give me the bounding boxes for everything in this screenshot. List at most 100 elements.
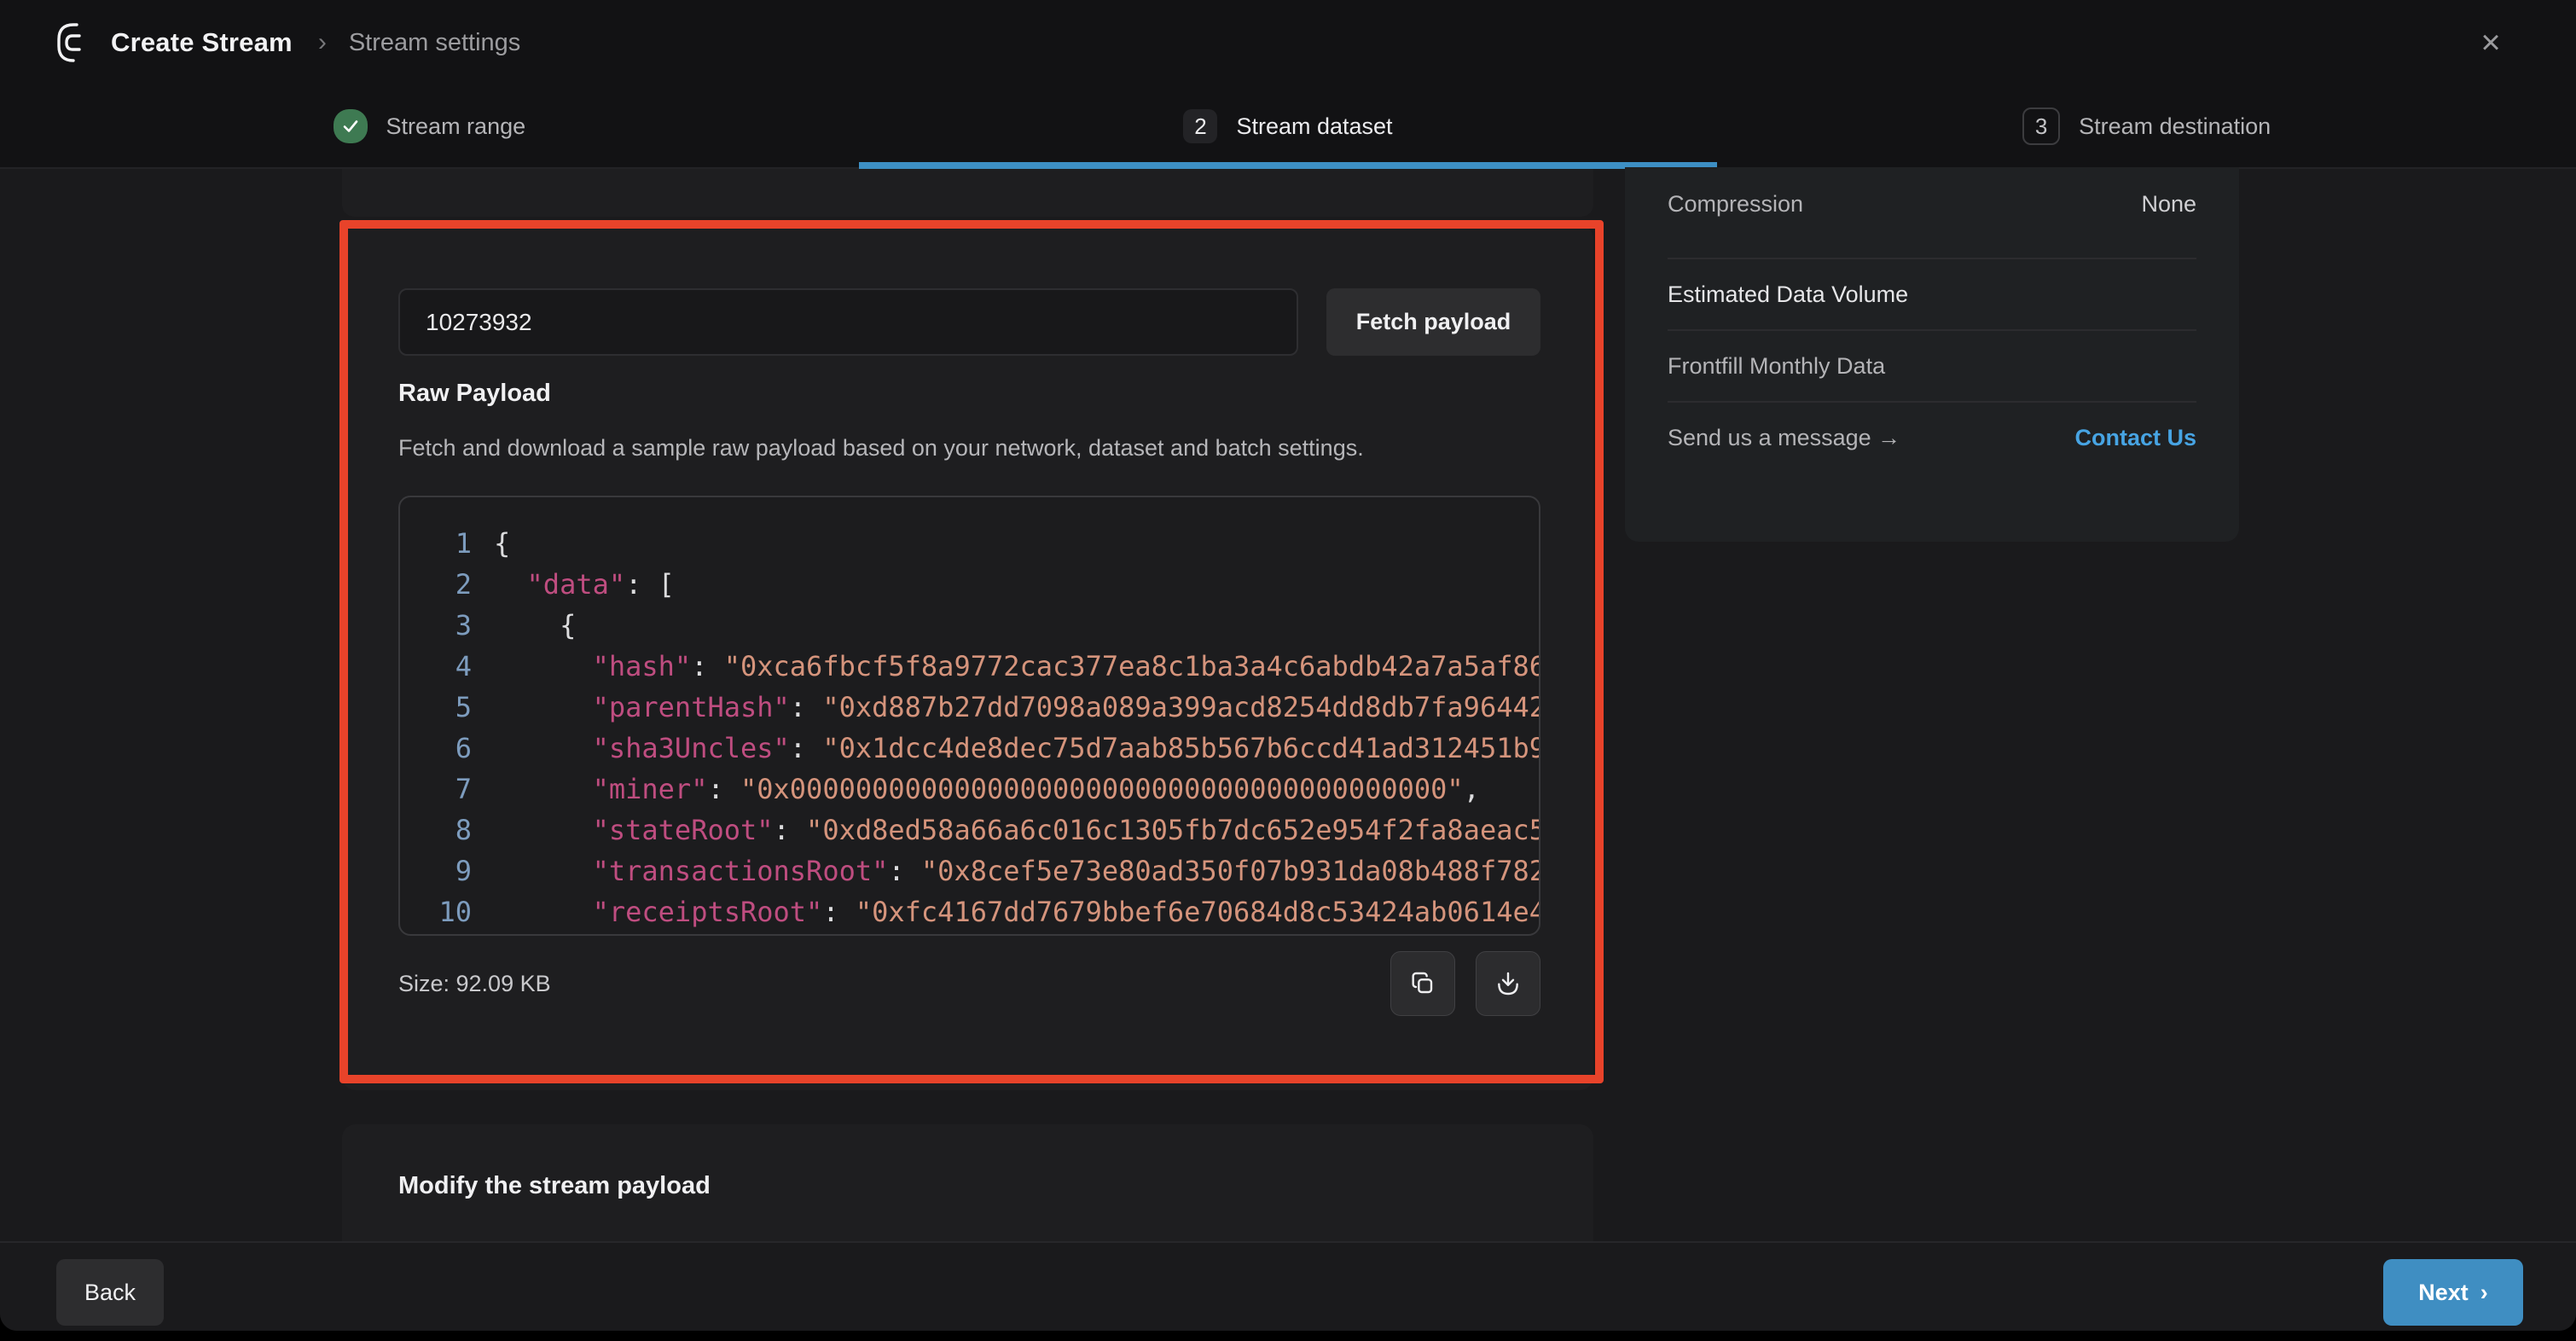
line-number: 7 (429, 769, 472, 810)
code-value: "0xca6fbcf5f8a9772cac377ea8c1ba3a4c6abdb… (724, 646, 1540, 687)
code-line: 5 "parentHash": "0xd887b27dd7098a089a399… (429, 687, 1539, 728)
code-line: 6 "sha3Uncles": "0x1dcc4de8dec75d7aab85b… (429, 728, 1539, 769)
next-button-label: Next (2418, 1280, 2469, 1306)
code-punctuation: { (494, 605, 576, 646)
line-number: 1 (429, 523, 472, 564)
code-line: 1{ (429, 523, 1539, 564)
code-punctuation: : (888, 850, 921, 891)
stream-summary-sidebar: Compression None Estimated Data Volume F… (1625, 167, 2239, 542)
copy-icon (1409, 970, 1436, 997)
code-key: "hash" (593, 646, 692, 687)
code-punctuation (494, 728, 593, 769)
code-key: "transactionsRoot" (593, 850, 889, 891)
code-key: "receiptsRoot" (593, 891, 823, 932)
close-icon[interactable]: × (2472, 24, 2509, 61)
compression-label: Compression (1668, 191, 1803, 218)
code-punctuation (494, 646, 593, 687)
line-number: 3 (429, 605, 472, 646)
code-punctuation (494, 687, 593, 728)
code-punctuation: : (774, 810, 807, 850)
code-line: 8 "stateRoot": "0xd8ed58a66a6c016c1305fb… (429, 810, 1539, 850)
code-key: "stateRoot" (593, 810, 774, 850)
next-chevron-icon: › (2480, 1280, 2488, 1306)
code-punctuation: : (822, 891, 856, 932)
code-line: 10 "receiptsRoot": "0xfc4167dd7679bbef6e… (429, 891, 1539, 932)
code-value: "0xd887b27dd7098a089a399acd8254dd8db7fa9… (822, 687, 1540, 728)
copy-button[interactable] (1390, 951, 1455, 1016)
raw-payload-card: Fetch payload Raw Payload Fetch and down… (342, 225, 1593, 1090)
code-value: "0x8cef5e73e80ad350f07b931da08b488f7827 (921, 850, 1540, 891)
code-line: 9 "transactionsRoot": "0x8cef5e73e80ad35… (429, 850, 1539, 891)
code-key: "data" (527, 564, 626, 605)
modify-payload-title: Modify the stream payload (398, 1172, 1537, 1200)
code-punctuation (494, 810, 593, 850)
code-punctuation (494, 564, 527, 605)
code-line: 7 "miner": "0x00000000000000000000000000… (429, 769, 1539, 810)
code-punctuation: { (494, 523, 510, 564)
active-step-underline (859, 162, 1718, 169)
step-label: Stream range (386, 113, 526, 140)
stepper: Stream range 2 Stream dataset 3 Stream d… (0, 85, 2576, 169)
create-stream-window: Create Stream › Stream settings × Stream… (0, 0, 2576, 1331)
code-value: "0x1dcc4de8dec75d7aab85b567b6ccd41ad3124… (822, 728, 1540, 769)
step-stream-range[interactable]: Stream range (0, 85, 859, 167)
payload-size-text: Size: 92.09 KB (398, 971, 551, 997)
code-line: 4 "hash": "0xca6fbcf5f8a9772cac377ea8c1b… (429, 646, 1539, 687)
code-punctuation: : (790, 687, 823, 728)
download-icon (1494, 970, 1522, 997)
step-number-badge: 2 (1183, 109, 1217, 143)
step-stream-destination[interactable]: 3 Stream destination (1717, 85, 2576, 167)
line-number: 6 (429, 728, 472, 769)
compression-row: Compression None (1668, 167, 2196, 258)
chevron-right-icon: › (318, 28, 327, 57)
check-icon (334, 109, 368, 143)
line-number: 9 (429, 850, 472, 891)
code-punctuation (494, 891, 593, 932)
send-message-label: Send us a message → (1668, 425, 1900, 451)
step-number-badge: 3 (2022, 107, 2060, 145)
code-value: "0x0000000000000000000000000000000000000… (740, 769, 1464, 810)
block-number-input[interactable] (398, 288, 1298, 356)
payload-code-block[interactable]: 1{2 "data": [3 {4 "hash": "0xca6fbcf5f8a… (398, 496, 1540, 936)
code-line: 3 { (429, 605, 1539, 646)
contact-row: Send us a message → Contact Us (1668, 401, 2196, 473)
step-stream-dataset[interactable]: 2 Stream dataset (859, 85, 1718, 167)
frontfill-monthly-data-row: Frontfill Monthly Data (1668, 329, 2196, 401)
code-key: "parentHash" (593, 687, 790, 728)
line-number: 8 (429, 810, 472, 850)
line-number: 5 (429, 687, 472, 728)
code-key: "sha3Uncles" (593, 728, 790, 769)
estimated-data-volume-label: Estimated Data Volume (1668, 282, 1908, 308)
back-button[interactable]: Back (56, 1259, 164, 1326)
step-label: Stream dataset (1236, 113, 1392, 140)
next-button[interactable]: Next › (2383, 1259, 2523, 1326)
code-punctuation: , (1464, 769, 1480, 810)
code-punctuation (494, 850, 593, 891)
code-line: 2 "data": [ (429, 564, 1539, 605)
code-punctuation: : (691, 646, 724, 687)
code-value: "0xfc4167dd7679bbef6e70684d8c53424ab0614… (856, 891, 1540, 932)
estimated-data-volume-row: Estimated Data Volume (1668, 258, 2196, 329)
modify-payload-card: Modify the stream payload (342, 1124, 1593, 1244)
download-button[interactable] (1476, 951, 1540, 1016)
frontfill-monthly-data-label: Frontfill Monthly Data (1668, 353, 1885, 380)
fetch-payload-button[interactable]: Fetch payload (1326, 288, 1540, 356)
code-punctuation: : (790, 728, 823, 769)
header-bar: Create Stream › Stream settings × (0, 0, 2576, 85)
code-value: "0xd8ed58a66a6c016c1305fb7dc652e954f2fa8… (806, 810, 1540, 850)
line-number: 2 (429, 564, 472, 605)
footer-bar: Back Next › (0, 1241, 2576, 1331)
raw-payload-description: Fetch and download a sample raw payload … (398, 435, 1540, 462)
line-number: 10 (429, 891, 472, 932)
code-punctuation: : [ (625, 564, 675, 605)
code-punctuation: : (707, 769, 740, 810)
line-number: 4 (429, 646, 472, 687)
compression-value: None (2141, 191, 2196, 218)
previous-section-card (342, 169, 1593, 217)
raw-payload-title: Raw Payload (398, 380, 1540, 408)
code-punctuation (494, 769, 593, 810)
contact-us-link[interactable]: Contact Us (2074, 425, 2196, 451)
page-title: Create Stream (111, 27, 293, 58)
breadcrumb-current: Stream settings (349, 29, 520, 57)
app-logo-icon (55, 22, 96, 63)
